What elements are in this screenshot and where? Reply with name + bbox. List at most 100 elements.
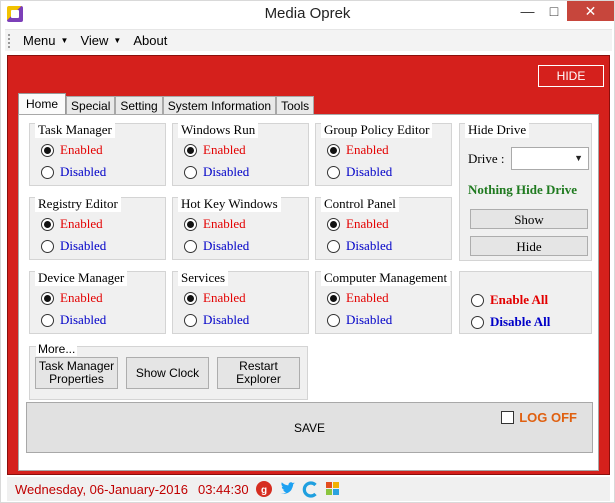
tab-tools[interactable]: Tools: [276, 96, 315, 114]
twitter-icon[interactable]: [279, 481, 296, 498]
group-group-policy-editor: Group Policy Editor Enabled Disabled: [315, 122, 452, 186]
radio-disabled[interactable]: Disabled: [184, 238, 249, 254]
menu-item-menu[interactable]: Menu ▼: [17, 33, 74, 48]
group-all-toggle: Enable All Disable All: [459, 271, 592, 334]
radio-enabled[interactable]: Enabled: [327, 142, 389, 158]
squares-icon[interactable]: [325, 481, 342, 498]
status-time: 03:44:30: [197, 481, 249, 497]
radio-label: Disabled: [346, 312, 393, 327]
radio-unchecked-icon: [327, 239, 340, 253]
radio-unchecked-icon: [184, 313, 197, 327]
radio-label: Enabled: [60, 142, 103, 157]
radio-unchecked-icon: [327, 165, 340, 179]
menu-bar: Menu ▼ View ▼ About: [5, 29, 612, 51]
radio-label: Disabled: [203, 238, 250, 253]
chevron-down-icon: ▼: [574, 153, 583, 163]
radio-label: Enable All: [490, 292, 549, 307]
radio-label: Disabled: [60, 164, 107, 179]
group-title: Windows Run: [178, 122, 259, 138]
group-registry-editor: Registry Editor Enabled Disabled: [29, 196, 166, 260]
radio-enabled[interactable]: Enabled: [41, 216, 103, 232]
group-title: Hot Key Windows: [178, 196, 281, 212]
tab-special[interactable]: Special: [66, 96, 116, 114]
group-services: Services Enabled Disabled: [172, 270, 309, 334]
drive-select[interactable]: ▼: [511, 147, 589, 170]
radio-label: Disabled: [60, 238, 107, 253]
radio-checked-icon: [41, 143, 54, 157]
radio-checked-icon: [41, 217, 54, 231]
radio-enabled[interactable]: Enabled: [184, 290, 246, 306]
tab-home[interactable]: Home: [18, 93, 67, 114]
radio-enabled[interactable]: Enabled: [184, 216, 246, 232]
radio-unchecked-icon: [184, 239, 197, 253]
logoff-checkbox[interactable]: LOG OFF: [501, 410, 577, 425]
radio-label: Enabled: [346, 142, 389, 157]
tab-setting[interactable]: Setting: [115, 96, 163, 114]
radio-unchecked-icon: [184, 165, 197, 179]
tab-strip: Home Special Setting System Information …: [18, 93, 315, 114]
radio-disabled[interactable]: Disabled: [327, 312, 392, 328]
app-window: Media Oprek — □ ✕ Menu ▼ View ▼ About HI…: [0, 0, 615, 503]
group-device-manager: Device Manager Enabled Disabled: [29, 270, 166, 334]
radio-checked-icon: [41, 291, 54, 305]
radio-enable-all[interactable]: Enable All: [471, 292, 548, 308]
google-plus-icon[interactable]: g: [256, 481, 273, 498]
status-bar: Wednesday, 06-January-2016 03:44:30 g: [7, 477, 610, 501]
radio-label: Enabled: [346, 290, 389, 305]
radio-disabled[interactable]: Disabled: [184, 312, 249, 328]
radio-disable-all[interactable]: Disable All: [471, 314, 550, 330]
group-title: Device Manager: [35, 270, 128, 286]
radio-enabled[interactable]: Enabled: [184, 142, 246, 158]
radio-label: Disabled: [203, 164, 250, 179]
restart-explorer-button[interactable]: Restart Explorer: [217, 357, 300, 389]
hide-drive-button[interactable]: Hide: [470, 236, 588, 256]
radio-checked-icon: [327, 291, 340, 305]
radio-disabled[interactable]: Disabled: [41, 164, 106, 180]
tab-system-information[interactable]: System Information: [162, 96, 277, 114]
save-button[interactable]: SAVE LOG OFF: [26, 402, 593, 453]
menu-item-label: About: [133, 33, 168, 48]
radio-checked-icon: [184, 143, 197, 157]
home-tab-page: Task Manager Enabled Disabled Windows Ru…: [18, 114, 599, 471]
radio-disabled[interactable]: Disabled: [327, 164, 392, 180]
hide-panel-button[interactable]: HIDE: [538, 65, 604, 87]
radio-label: Enabled: [203, 290, 246, 305]
radio-enabled[interactable]: Enabled: [327, 216, 389, 232]
radio-disabled[interactable]: Disabled: [41, 312, 106, 328]
radio-unchecked-icon: [471, 315, 484, 329]
close-button[interactable]: ✕: [567, 1, 614, 21]
c-logo-icon[interactable]: [302, 480, 319, 498]
group-title: Hide Drive: [465, 122, 530, 138]
group-more: More... Task Manager Properties Show Clo…: [29, 342, 308, 400]
show-drive-button[interactable]: Show: [470, 209, 588, 229]
group-task-manager: Task Manager Enabled Disabled: [29, 122, 166, 186]
menu-item-label: Menu: [23, 33, 56, 48]
window-controls: — □ ✕: [514, 1, 614, 23]
maximize-button[interactable]: □: [541, 1, 567, 21]
radio-enabled[interactable]: Enabled: [41, 142, 103, 158]
show-clock-button[interactable]: Show Clock: [126, 357, 209, 389]
menu-item-about[interactable]: About: [127, 33, 173, 48]
radio-label: Disable All: [490, 314, 551, 329]
radio-enabled[interactable]: Enabled: [327, 290, 389, 306]
status-date: Wednesday, 06-January-2016: [15, 481, 188, 497]
group-title: Computer Management: [321, 270, 451, 286]
radio-disabled[interactable]: Disabled: [184, 164, 249, 180]
group-title: Group Policy Editor: [321, 122, 433, 138]
group-title: Registry Editor: [35, 196, 121, 212]
radio-unchecked-icon: [41, 165, 54, 179]
menu-item-view[interactable]: View ▼: [74, 33, 127, 48]
hide-drive-status: Nothing Hide Drive: [468, 182, 578, 197]
radio-label: Enabled: [60, 290, 103, 305]
menu-grip: [8, 33, 11, 48]
radio-unchecked-icon: [41, 313, 54, 327]
group-hide-drive: Hide Drive Drive : ▼ Nothing Hide Drive …: [459, 122, 592, 261]
radio-disabled[interactable]: Disabled: [327, 238, 392, 254]
radio-enabled[interactable]: Enabled: [41, 290, 103, 306]
svg-text:g: g: [261, 485, 267, 496]
radio-disabled[interactable]: Disabled: [41, 238, 106, 254]
task-manager-properties-button[interactable]: Task Manager Properties: [35, 357, 118, 389]
group-hot-key-windows: Hot Key Windows Enabled Disabled: [172, 196, 309, 260]
minimize-button[interactable]: —: [514, 1, 541, 21]
radio-label: Enabled: [203, 142, 246, 157]
